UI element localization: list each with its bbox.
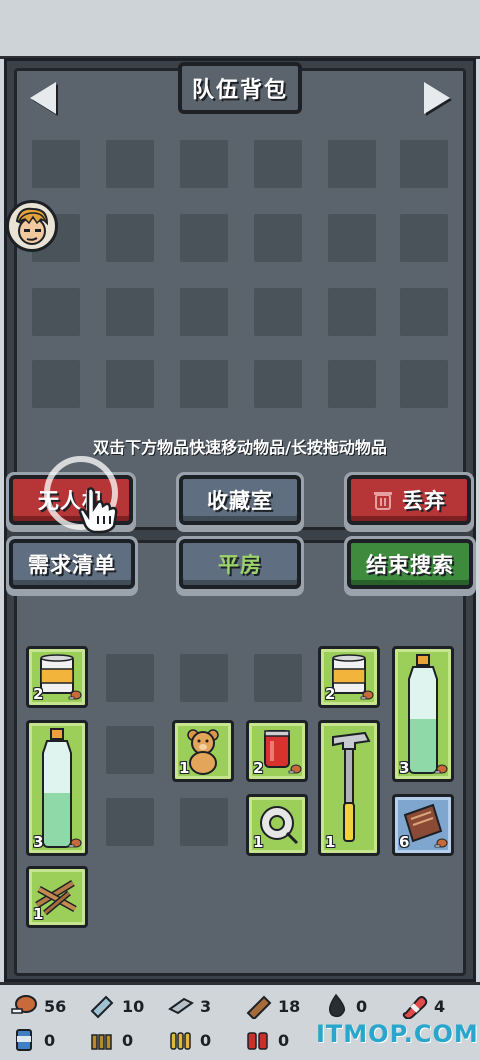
backpack-slot[interactable] <box>400 360 448 408</box>
storage-button[interactable]: 收藏室 <box>179 475 301 525</box>
location-slot[interactable] <box>106 726 154 774</box>
top-bar <box>0 0 480 59</box>
item-quantity: 3 <box>399 759 410 777</box>
item-quantity: 2 <box>33 685 44 703</box>
cloth-icon <box>90 995 114 1019</box>
watermark: ITMOP.COM <box>316 1020 479 1048</box>
page-title: 队伍背包 <box>178 62 302 114</box>
oil-drop-icon <box>329 993 346 1018</box>
item-canned-food[interactable]: 2 <box>26 646 88 708</box>
backpack-slot[interactable] <box>180 140 228 188</box>
pill-icon <box>402 996 428 1019</box>
location-tab[interactable]: 平房 <box>179 539 301 589</box>
item-hammer[interactable]: 1 <box>318 720 380 856</box>
bullets-icon <box>91 1034 112 1050</box>
resource-ammo: 0 <box>166 1025 211 1055</box>
location-slot[interactable] <box>106 654 154 702</box>
backpack-slot[interactable] <box>254 288 302 336</box>
backpack-slot[interactable] <box>106 214 154 262</box>
location-slot[interactable] <box>106 798 154 846</box>
backpack-slot[interactable] <box>400 140 448 188</box>
backpack-slot[interactable] <box>32 360 80 408</box>
needs-list-button[interactable]: 需求清单 <box>9 539 135 589</box>
item-quantity: 1 <box>253 833 264 851</box>
food-badge-icon <box>434 764 448 774</box>
backpack-slot[interactable] <box>106 140 154 188</box>
location-slot[interactable] <box>180 654 228 702</box>
backpack-slot[interactable] <box>400 214 448 262</box>
item-water-bottle[interactable]: 3 <box>26 720 88 856</box>
discard-button[interactable]: 丢弃 <box>347 475 471 525</box>
resource-pills: 4 <box>400 991 445 1021</box>
backpack-slot[interactable] <box>254 360 302 408</box>
can-icon <box>16 1029 32 1051</box>
location-slot[interactable] <box>180 798 228 846</box>
metal-icon <box>168 997 194 1015</box>
location-tab-frame: 平房 <box>176 536 304 596</box>
item-soda-can[interactable]: 2 <box>246 720 308 782</box>
end-search-button[interactable]: 结束搜索 <box>347 539 473 589</box>
backpack-slot[interactable] <box>180 214 228 262</box>
battery-icon <box>247 1032 268 1050</box>
item-quantity: 1 <box>33 905 44 923</box>
resource-meat: 56 <box>10 991 66 1021</box>
item-quantity: 3 <box>33 833 44 851</box>
resource-cloth: 10 <box>88 991 144 1021</box>
item-quantity: 6 <box>399 833 410 851</box>
item-teddy-bear[interactable]: 1 <box>172 720 234 782</box>
backpack-slot[interactable] <box>254 140 302 188</box>
end-search-button-frame: 结束搜索 <box>344 536 476 596</box>
backpack-slot[interactable] <box>106 288 154 336</box>
item-quantity: 2 <box>253 759 264 777</box>
backpack-slot[interactable] <box>254 214 302 262</box>
prev-arrow-icon[interactable] <box>30 82 56 114</box>
discard-button-frame: 丢弃 <box>344 472 474 532</box>
item-tape-roll[interactable]: 1 <box>246 794 308 856</box>
resource-wood: 18 <box>244 991 300 1021</box>
resource-can: 0 <box>10 1025 55 1055</box>
backpack-slot[interactable] <box>106 360 154 408</box>
item-quantity: 2 <box>325 685 336 703</box>
resource-battery: 0 <box>244 1025 289 1055</box>
backpack-slot[interactable] <box>328 288 376 336</box>
item-wood-sticks[interactable]: 1 <box>26 866 88 928</box>
hint-text: 双击下方物品快速移动物品/长按拖动物品 <box>93 438 387 457</box>
storage-button-frame: 收藏室 <box>176 472 304 532</box>
location-slot[interactable] <box>254 654 302 702</box>
food-badge-icon <box>68 690 82 700</box>
resource-bullets: 0 <box>88 1025 133 1055</box>
meat-icon <box>11 995 37 1014</box>
survivor-face-icon <box>15 207 49 245</box>
survivor-avatar[interactable] <box>6 200 58 252</box>
food-badge-icon <box>68 838 82 848</box>
item-quantity: 1 <box>325 833 336 851</box>
backpack-slot[interactable] <box>328 214 376 262</box>
hand-pointer-icon <box>78 487 118 534</box>
resource-metal: 3 <box>166 991 211 1021</box>
backpack-slot[interactable] <box>32 288 80 336</box>
backpack-slot[interactable] <box>180 288 228 336</box>
item-brown-packet[interactable]: 6 <box>392 794 454 856</box>
backpack-slot[interactable] <box>328 360 376 408</box>
backpack-slot[interactable] <box>32 140 80 188</box>
needs-button-frame: 需求清单 <box>6 536 138 596</box>
item-canned-food[interactable]: 2 <box>318 646 380 708</box>
item-quantity: 1 <box>179 759 190 777</box>
trash-icon <box>374 492 392 510</box>
backpack-slot[interactable] <box>400 288 448 336</box>
next-arrow-icon[interactable] <box>424 82 450 114</box>
resource-oil: 0 <box>322 991 367 1021</box>
wood-plank-icon <box>246 995 272 1019</box>
food-badge-icon <box>360 690 374 700</box>
backpack-slot[interactable] <box>328 140 376 188</box>
food-badge-icon <box>434 838 448 848</box>
backpack-slot[interactable] <box>180 360 228 408</box>
item-water-bottle[interactable]: 3 <box>392 646 454 782</box>
ammo-icon <box>170 1032 191 1050</box>
food-badge-icon <box>288 764 302 774</box>
